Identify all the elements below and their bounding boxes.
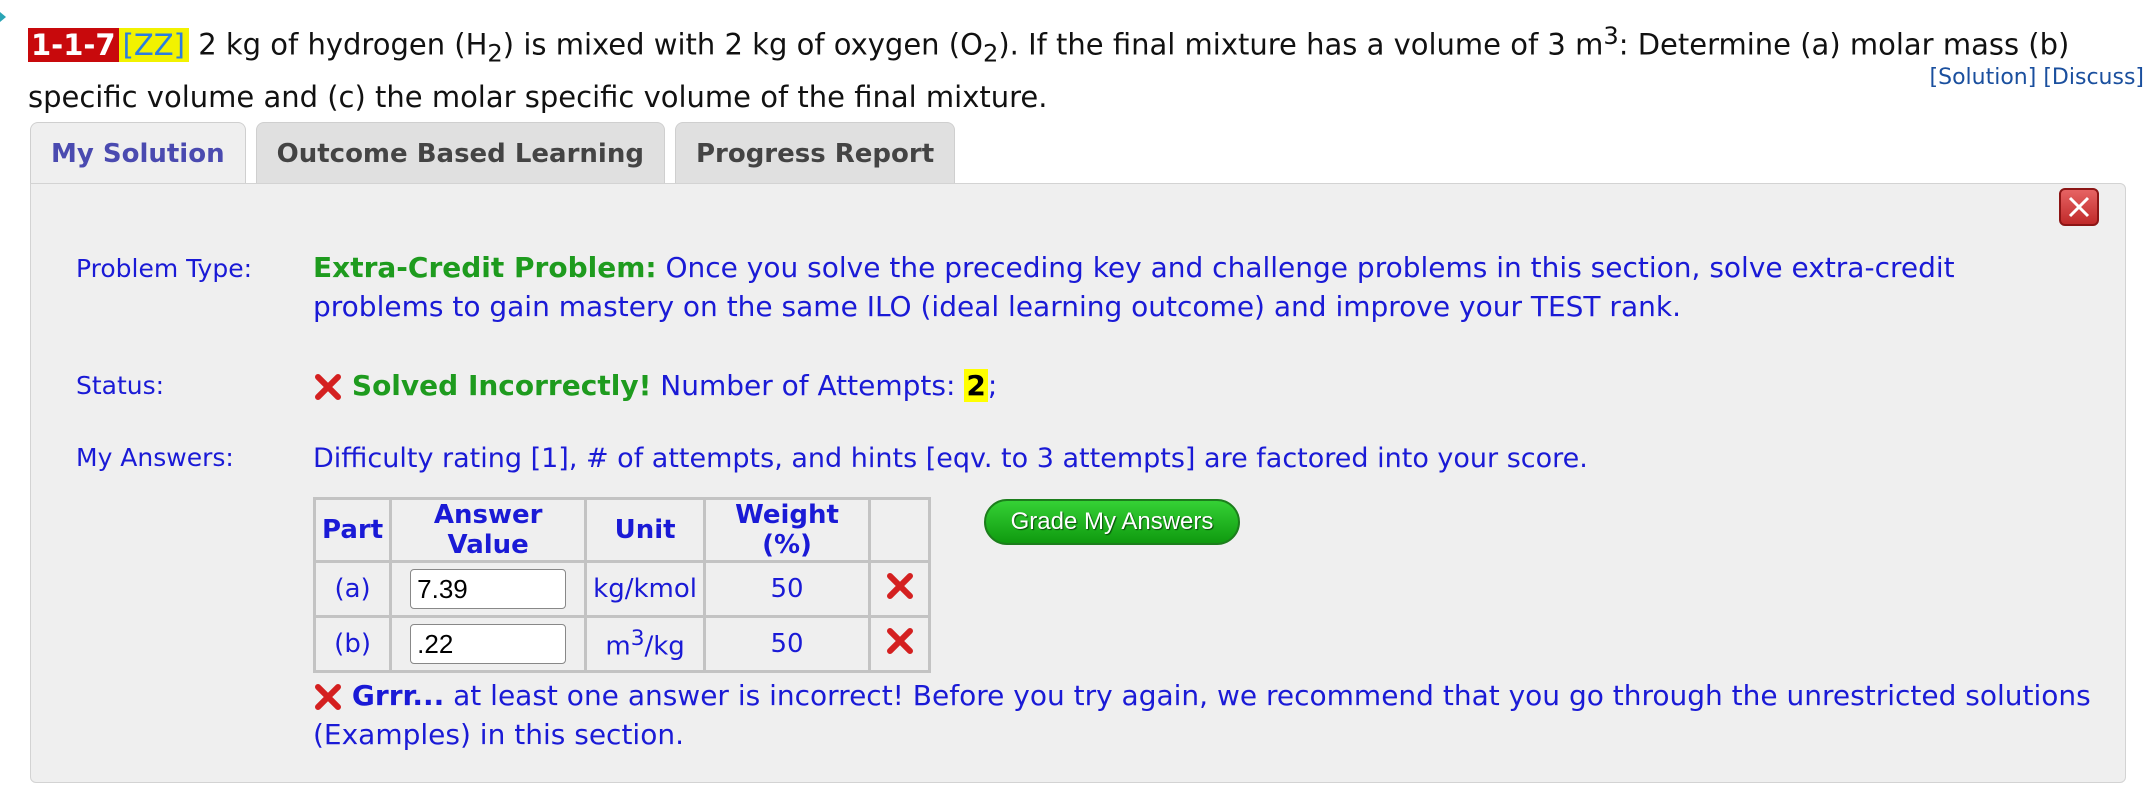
discuss-link[interactable]: [Discuss] bbox=[2043, 65, 2144, 90]
weight-cell: 50 bbox=[703, 560, 871, 618]
status-bold: Solved Incorrectly! bbox=[351, 369, 652, 402]
table-row: (b) m3/kg 50 bbox=[312, 615, 931, 673]
answer-cell bbox=[389, 560, 588, 618]
unit-suffix: /kg bbox=[644, 631, 685, 662]
incorrect-x-icon bbox=[886, 572, 913, 599]
answers-table: Part Answer Value Unit Weight (%) (a) kg… bbox=[312, 497, 931, 673]
unit-cell: kg/kmol bbox=[584, 560, 706, 618]
my-answers-label: My Answers: bbox=[76, 443, 234, 472]
problem-type-bold: Extra-Credit Problem: bbox=[313, 251, 657, 284]
problem-id-badge: 1-1-7 bbox=[28, 27, 119, 62]
answer-input-b[interactable] bbox=[410, 624, 567, 664]
superscript-m3: 3 bbox=[1603, 22, 1619, 50]
table-row: (a) kg/kmol 50 bbox=[312, 560, 931, 618]
close-button[interactable] bbox=[2059, 188, 2099, 226]
status-label: Status: bbox=[76, 371, 165, 400]
unit-base: m bbox=[605, 631, 631, 662]
incorrect-x-icon bbox=[315, 374, 341, 400]
incorrect-x-icon bbox=[315, 684, 341, 710]
answer-input-a[interactable] bbox=[410, 569, 567, 609]
feedback-message: Grrr... at least one answer is incorrect… bbox=[313, 676, 2093, 754]
header-status bbox=[868, 497, 931, 563]
incorrect-x-icon bbox=[886, 627, 913, 654]
tab-bar: My Solution Outcome Based Learning Progr… bbox=[30, 122, 956, 185]
problem-tag: [ZZ] bbox=[118, 27, 189, 62]
problem-type-label: Problem Type: bbox=[76, 254, 253, 283]
table-header-row: Part Answer Value Unit Weight (%) bbox=[312, 497, 931, 563]
answers-note: Difficulty rating [1], # of attempts, an… bbox=[313, 443, 1588, 474]
status-cell bbox=[868, 615, 931, 673]
feedback-text: at least one answer is incorrect! Before… bbox=[313, 679, 2091, 751]
close-icon bbox=[2068, 196, 2090, 218]
header-unit: Unit bbox=[584, 497, 706, 563]
header-weight: Weight (%) bbox=[703, 497, 871, 563]
solution-link[interactable]: [Solution] bbox=[1930, 65, 2037, 90]
weight-cell: 50 bbox=[703, 615, 871, 673]
status-cell bbox=[868, 560, 931, 618]
unit-superscript: 3 bbox=[630, 626, 645, 652]
problem-type-value: Extra-Credit Problem: Once you solve the… bbox=[313, 248, 2093, 326]
header-part: Part bbox=[312, 497, 393, 563]
unit-cell: m3/kg bbox=[584, 615, 706, 673]
attempts-text: Number of Attempts: bbox=[660, 369, 956, 402]
part-cell: (b) bbox=[312, 615, 393, 673]
grade-my-answers-button[interactable]: Grade My Answers bbox=[984, 499, 1240, 545]
problem-text-1: 2 kg of hydrogen (H bbox=[198, 27, 488, 62]
subscript-o2: 2 bbox=[982, 39, 999, 68]
part-cell: (a) bbox=[312, 560, 393, 618]
tab-progress-report[interactable]: Progress Report bbox=[674, 122, 956, 184]
problem-text-3: ). If the final mixture has a volume of … bbox=[998, 27, 1604, 62]
header-answer-value: Answer Value bbox=[389, 497, 588, 563]
feedback-bold: Grrr... bbox=[351, 679, 445, 712]
problem-text-2: ) is mixed with 2 kg of oxygen (O bbox=[502, 27, 983, 62]
attempts-count: 2 bbox=[964, 369, 988, 402]
problem-statement: 1-1-7 [ZZ] 2 kg of hydrogen (H2) is mixed… bbox=[28, 14, 2123, 119]
status-value: Solved Incorrectly! Number of Attempts: … bbox=[313, 366, 997, 405]
tab-outcome-based-learning[interactable]: Outcome Based Learning bbox=[255, 122, 665, 184]
answer-cell bbox=[389, 615, 588, 673]
solution-links: [Solution] [Discuss] bbox=[1930, 65, 2144, 90]
subscript-h2: 2 bbox=[487, 39, 503, 68]
attempts-suffix: ; bbox=[987, 369, 998, 402]
page-edge-marker bbox=[0, 12, 6, 22]
solution-panel: Problem Type: Extra-Credit Problem: Once… bbox=[30, 183, 2126, 783]
tab-my-solution[interactable]: My Solution bbox=[30, 122, 246, 185]
